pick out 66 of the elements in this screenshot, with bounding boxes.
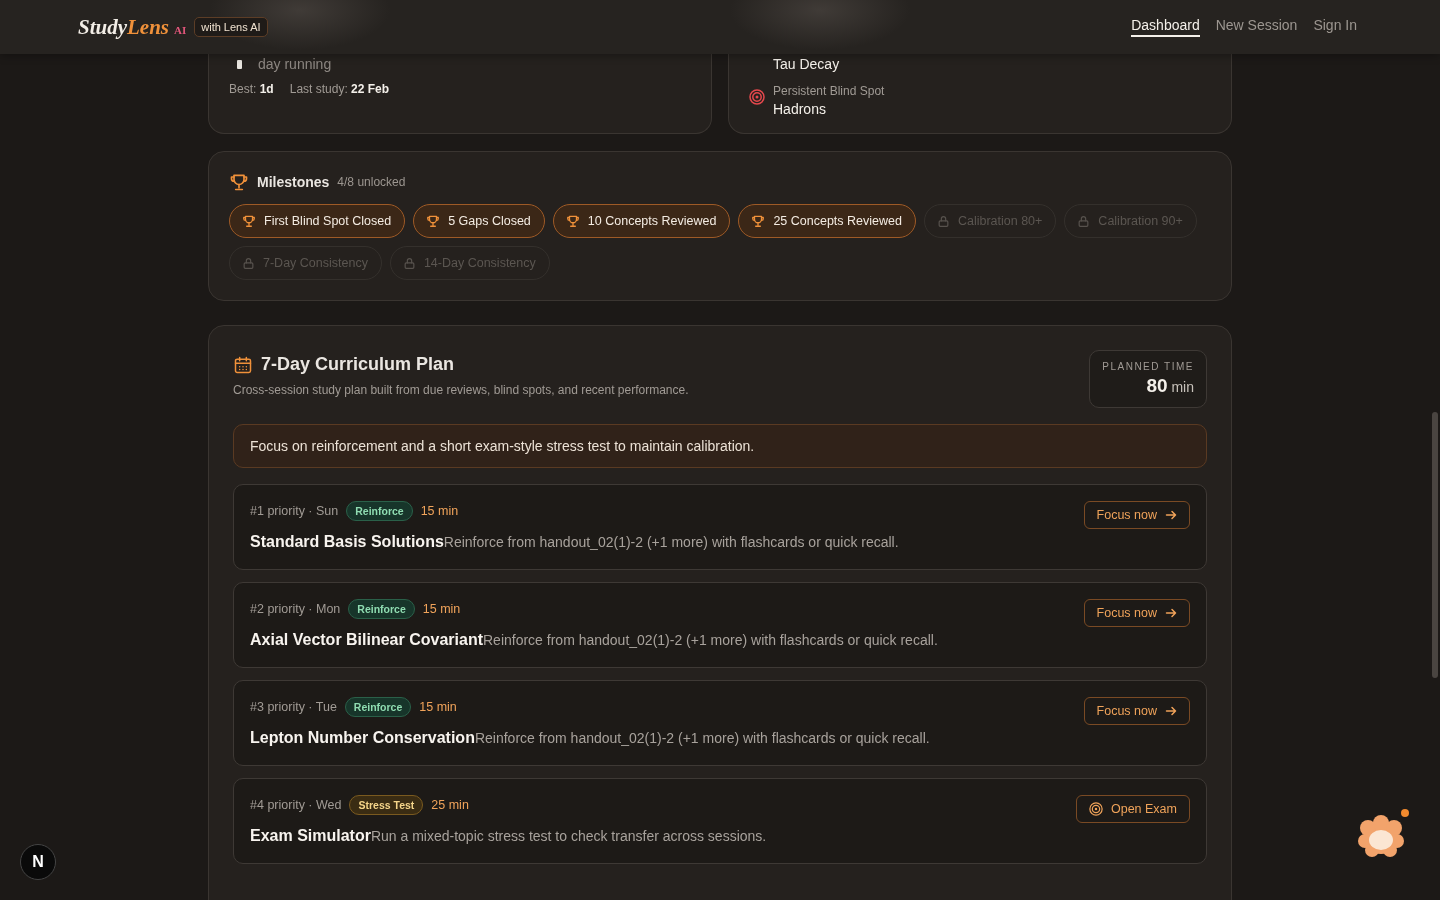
notification-dot bbox=[1401, 809, 1409, 817]
ai-badge: with Lens AI bbox=[194, 17, 268, 37]
milestone-label: 10 Concepts Reviewed bbox=[587, 214, 717, 228]
plan-summary: Focus on reinforcement and a short exam-style stress test to maintain calibration. bbox=[233, 424, 1207, 468]
kind-tag: Reinforce bbox=[346, 501, 413, 521]
streak-text: day running bbox=[258, 56, 332, 72]
arrow-right-icon bbox=[1165, 705, 1177, 717]
trophy-icon bbox=[242, 214, 256, 228]
action-button[interactable]: Focus now bbox=[1083, 697, 1190, 725]
blind-spot-topic: Hadrons bbox=[773, 101, 827, 117]
best-streak: Best: 1d bbox=[229, 82, 274, 96]
target-icon bbox=[1089, 802, 1103, 816]
milestone-label: 25 Concepts Reviewed bbox=[773, 214, 902, 228]
priority-label: #4 priority · Wed bbox=[250, 798, 342, 812]
scrollbar-thumb[interactable] bbox=[1432, 412, 1438, 678]
priority-label: #2 priority · Mon bbox=[250, 602, 341, 616]
action-button[interactable]: Open Exam bbox=[1076, 795, 1190, 823]
logo[interactable]: StudyLens AI bbox=[78, 14, 187, 40]
planned-time-value: 80 min bbox=[1146, 375, 1194, 397]
nav-link[interactable]: New Session bbox=[1215, 17, 1298, 37]
item-title: Exam Simulator bbox=[250, 827, 371, 844]
dev-indicator-button[interactable]: N bbox=[20, 844, 56, 880]
lock-icon bbox=[402, 256, 416, 270]
item-description: Run a mixed-topic stress test to check transfer across sessions. bbox=[370, 828, 767, 844]
kind-tag: Reinforce bbox=[348, 599, 415, 619]
bar-icon bbox=[237, 59, 242, 69]
calendar-icon bbox=[233, 354, 253, 375]
plan-subtitle: Cross-session study plan built from due reviews, blind spots, and recent performance. bbox=[233, 383, 689, 397]
trophy-icon bbox=[751, 214, 766, 228]
kind-tag: Reinforce bbox=[344, 697, 412, 717]
topic-name: Tau Decay bbox=[772, 56, 841, 72]
trophy-icon bbox=[565, 214, 580, 228]
duration: 15 min bbox=[420, 504, 459, 518]
target-icon bbox=[749, 89, 765, 105]
item-description: Reinforce from handout_02(1)-2 (+1 more) with flashcards or quick recall. bbox=[474, 730, 930, 746]
trophy-icon bbox=[426, 214, 441, 228]
nav-link[interactable]: Sign In bbox=[1313, 17, 1357, 37]
planned-time-label: PLANNED TIME bbox=[1102, 361, 1194, 372]
priority-label: #1 priority · Sun bbox=[250, 504, 339, 518]
arrow-right-icon bbox=[1165, 607, 1177, 619]
section-title: Milestones bbox=[257, 174, 330, 190]
trophy-icon bbox=[229, 172, 249, 192]
mascot-icon[interactable] bbox=[1356, 814, 1406, 860]
blind-spot-label: Persistent Blind Spot bbox=[773, 84, 885, 98]
lock-icon bbox=[1077, 214, 1091, 228]
action-button[interactable]: Focus now bbox=[1083, 599, 1190, 627]
item-description: Reinforce from handout_02(1)-2 (+1 more) with flashcards or quick recall. bbox=[443, 534, 899, 550]
action-button[interactable]: Focus now bbox=[1083, 501, 1190, 529]
duration: 15 min bbox=[422, 602, 461, 616]
duration: 15 min bbox=[419, 700, 457, 714]
item-description: Reinforce from handout_02(1)-2 (+1 more) with flashcards or quick recall. bbox=[483, 632, 938, 648]
kind-tag: Stress Test bbox=[349, 795, 424, 815]
unlock-count: 4/8 unlocked bbox=[337, 175, 406, 189]
item-title: Lepton Number Conservation bbox=[250, 729, 475, 746]
arrow-right-icon bbox=[1165, 509, 1177, 521]
lock-icon bbox=[242, 256, 255, 270]
item-title: Standard Basis Solutions bbox=[250, 533, 444, 550]
last-study: Last study: 22 Feb bbox=[289, 82, 390, 96]
plan-title: 7-Day Curriculum Plan bbox=[261, 354, 455, 375]
priority-label: #3 priority · Tue bbox=[250, 700, 337, 714]
item-title: Axial Vector Bilinear Covariant bbox=[250, 631, 483, 648]
nav-link[interactable]: Dashboard bbox=[1131, 17, 1200, 37]
milestone-label: 5 Gaps Closed bbox=[448, 214, 531, 228]
duration: 25 min bbox=[431, 798, 469, 812]
milestone-label: First Blind Spot Closed bbox=[264, 214, 392, 228]
lock-icon bbox=[936, 214, 950, 228]
